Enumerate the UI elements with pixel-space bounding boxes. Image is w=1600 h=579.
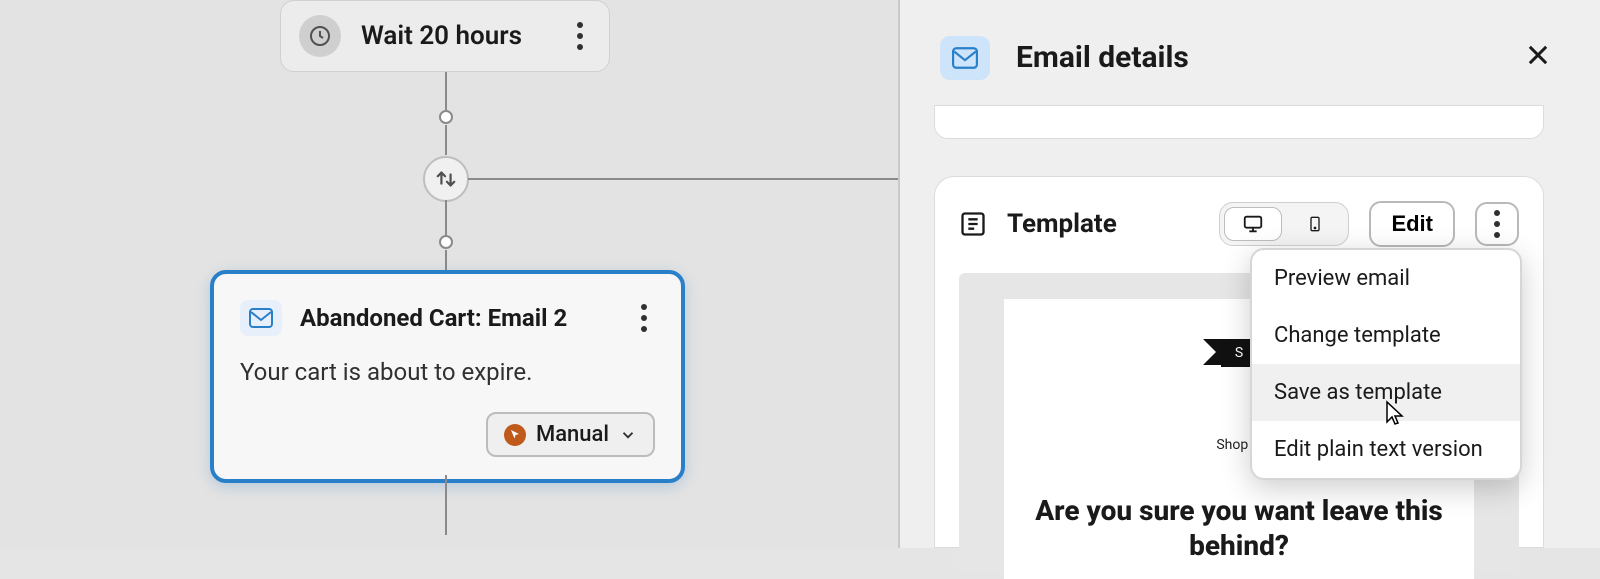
- preview-heading: Are you sure you want leave this behind?: [1004, 493, 1474, 563]
- menu-item-change-template[interactable]: Change template: [1252, 307, 1520, 364]
- mobile-view-button[interactable]: [1286, 207, 1344, 241]
- panel-mail-badge: [940, 36, 990, 80]
- clock-icon: [308, 24, 332, 48]
- panel-header: Email details: [900, 0, 1600, 115]
- close-button[interactable]: [1516, 30, 1560, 86]
- email-step-title: Abandoned Cart: Email 2: [300, 304, 567, 332]
- preview-view-toggle[interactable]: [1219, 202, 1349, 246]
- connector-node[interactable]: [439, 235, 453, 249]
- connector-line: [445, 475, 447, 535]
- edit-button[interactable]: Edit: [1369, 201, 1455, 247]
- desktop-view-button[interactable]: [1224, 207, 1282, 241]
- email-step-subject: Your cart is about to expire.: [240, 358, 655, 386]
- mail-badge: [240, 300, 282, 336]
- template-context-menu: Preview email Change template Save as te…: [1250, 248, 1522, 480]
- connector-line: [445, 70, 447, 110]
- collapsed-section-card[interactable]: [934, 105, 1544, 139]
- wait-step-card[interactable]: Wait 20 hours: [280, 0, 610, 72]
- panel-title: Email details: [1016, 40, 1516, 75]
- mobile-icon: [1307, 213, 1323, 235]
- template-more-button[interactable]: [1475, 202, 1519, 246]
- wait-step-menu-button[interactable]: [569, 14, 591, 58]
- desktop-icon: [1242, 213, 1264, 235]
- template-icon: [959, 210, 987, 238]
- branch-node[interactable]: [423, 156, 469, 202]
- connector-node[interactable]: [439, 110, 453, 124]
- menu-item-preview-email[interactable]: Preview email: [1252, 250, 1520, 307]
- send-mode-label: Manual: [536, 422, 609, 447]
- email-step-card[interactable]: Abandoned Cart: Email 2 Your cart is abo…: [210, 270, 685, 483]
- chevron-down-icon: [619, 426, 637, 444]
- connector-line: [445, 250, 447, 270]
- mail-icon: [249, 308, 273, 328]
- send-mode-dropdown[interactable]: Manual: [486, 412, 655, 457]
- wait-step-label: Wait 20 hours: [361, 21, 522, 51]
- connector-line-horizontal: [468, 178, 908, 180]
- close-icon: [1524, 41, 1552, 69]
- swap-arrows-icon: [435, 168, 457, 190]
- menu-item-save-as-template[interactable]: Save as template: [1252, 364, 1520, 421]
- template-section-title: Template: [1007, 209, 1199, 239]
- email-step-menu-button[interactable]: [633, 296, 655, 340]
- connector-line: [445, 200, 447, 235]
- pointer-icon: [509, 429, 521, 441]
- clock-badge: [299, 15, 341, 57]
- connector-line: [445, 125, 447, 155]
- cursor-dot-icon: [504, 424, 526, 446]
- mail-icon: [952, 47, 978, 69]
- workflow-canvas[interactable]: Wait 20 hours Abandoned Cart: Email 2 Yo…: [0, 0, 900, 548]
- menu-item-edit-plain-text[interactable]: Edit plain text version: [1252, 421, 1520, 478]
